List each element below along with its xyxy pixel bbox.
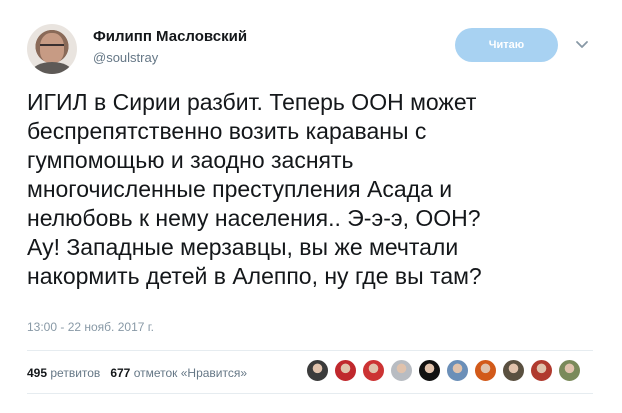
tweet-timestamp[interactable]: 13:00 - 22 нояб. 2017 г. (27, 320, 154, 334)
liker-avatar[interactable] (530, 359, 553, 382)
user-handle[interactable]: @soulstray (93, 50, 158, 65)
retweets-stat[interactable]: 495 ретвитов (27, 366, 100, 380)
liker-avatar[interactable] (446, 359, 469, 382)
retweets-label: ретвитов (50, 366, 101, 380)
tweet-stats: 495 ретвитов 677 отметок «Нравится» (27, 366, 247, 380)
user-name[interactable]: Филипп Масловский (93, 28, 247, 45)
liker-avatar[interactable] (306, 359, 329, 382)
liker-avatar[interactable] (334, 359, 357, 382)
likes-stat[interactable]: 677 отметок «Нравится» (110, 366, 247, 380)
liker-avatar[interactable] (390, 359, 413, 382)
retweets-count: 495 (27, 366, 48, 380)
liker-avatar[interactable] (362, 359, 385, 382)
tweet-text: ИГИЛ в Сирии разбит. Теперь ООН может бе… (27, 89, 482, 289)
avatar-glasses (40, 44, 64, 50)
divider (27, 393, 593, 394)
avatar-shirt (32, 62, 72, 74)
likes-label: отметок «Нравится» (133, 366, 248, 380)
likes-count: 677 (110, 366, 131, 380)
liker-avatar[interactable] (474, 359, 497, 382)
likers-avatars (306, 359, 581, 382)
divider (27, 350, 593, 351)
liker-avatar[interactable] (502, 359, 525, 382)
tweet-card: Филипп Масловский @soulstray Читаю ИГИЛ … (0, 0, 622, 413)
liker-avatar[interactable] (418, 359, 441, 382)
liker-avatar[interactable] (558, 359, 581, 382)
chevron-down-icon[interactable] (574, 36, 590, 52)
follow-button[interactable]: Читаю (455, 28, 558, 62)
avatar[interactable] (27, 24, 77, 74)
